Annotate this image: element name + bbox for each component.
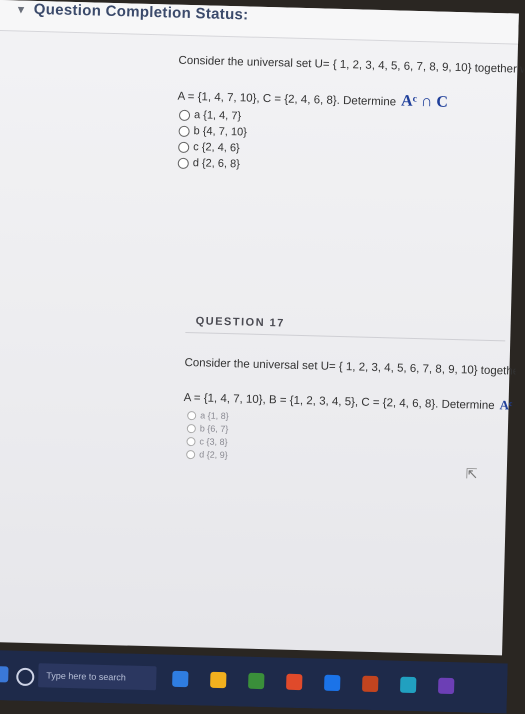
option-label: a {1, 8} <box>200 410 229 422</box>
mouse-cursor-icon: ⇱ <box>465 465 478 482</box>
windows-start-icon[interactable] <box>0 666 9 683</box>
option-label: a {1, 4, 7} <box>193 109 242 123</box>
media-icon[interactable] <box>437 677 455 695</box>
question-16-formula: Aᶜ ∩ C <box>400 92 449 111</box>
question-17-formula: Aᶜ \ (B ⊕ C) <box>499 397 525 414</box>
completion-status-header[interactable]: ▾ Question Completion Status: <box>0 0 520 45</box>
question-17-label: QUESTION 17 <box>195 315 286 330</box>
option-b[interactable]: b {4, 7, 10} <box>178 125 247 139</box>
question-16-intro: Consider the universal set U= { 1, 2, 3,… <box>178 54 525 78</box>
question-16-sets-line: A = {1, 4, 7, 10}, C = {2, 4, 6, 8}. Det… <box>177 87 448 112</box>
taskbar: Type here to search <box>0 649 508 714</box>
option-label: b {6, 7} <box>199 423 229 435</box>
option-label: d {2, 9} <box>199 449 228 461</box>
file-explorer-icon[interactable] <box>210 671 227 689</box>
option-a[interactable]: a {1, 4, 7} <box>178 109 242 123</box>
question-17-sets: A = {1, 4, 7, 10}, B = {1, 2, 3, 4, 5}, … <box>183 391 495 413</box>
question-16-sets: A = {1, 4, 7, 10}, C = {2, 4, 6, 8}. Det… <box>177 90 397 109</box>
question-17-sets-line: A = {1, 4, 7, 10}, B = {1, 2, 3, 4, 5}, … <box>183 389 524 415</box>
photo-stage: ▾ Question Completion Status: Consider t… <box>0 0 525 714</box>
office-icon[interactable] <box>286 673 303 691</box>
radio-button[interactable] <box>178 109 191 121</box>
taskbar-search-input[interactable]: Type here to search <box>38 663 157 691</box>
option-b[interactable]: b {6, 7} <box>186 423 229 435</box>
radio-button[interactable] <box>178 141 190 153</box>
radio-button[interactable] <box>178 125 190 137</box>
page-title: Question Completion Status: <box>33 0 249 24</box>
option-c[interactable]: c {2, 4, 6} <box>178 141 240 155</box>
divider <box>185 331 506 342</box>
edge-icon[interactable] <box>172 670 189 688</box>
option-d[interactable]: d {2, 6, 8} <box>177 157 241 171</box>
option-label: d {2, 6, 8} <box>192 157 241 171</box>
radio-button[interactable] <box>186 423 196 433</box>
mail-icon[interactable] <box>324 674 341 692</box>
option-d[interactable]: d {2, 9} <box>186 449 228 460</box>
store-icon[interactable] <box>248 672 265 690</box>
radio-button[interactable] <box>186 449 196 459</box>
question-17-intro: Consider the universal set U= { 1, 2, 3,… <box>184 356 524 380</box>
radio-button[interactable] <box>187 410 197 420</box>
radio-button[interactable] <box>186 436 196 446</box>
option-a[interactable]: a {1, 8} <box>187 410 229 421</box>
option-label: b {4, 7, 10} <box>193 125 247 139</box>
radio-button[interactable] <box>177 157 189 169</box>
chrome-icon[interactable] <box>362 675 379 693</box>
option-label: c {2, 4, 6} <box>193 141 240 155</box>
collapse-arrow-icon[interactable]: ▾ <box>18 1 25 17</box>
option-c[interactable]: c {3, 8} <box>186 436 228 448</box>
cortana-icon[interactable] <box>16 667 35 687</box>
option-label: c {3, 8} <box>199 436 228 448</box>
browser-screen: ▾ Question Completion Status: Consider t… <box>0 0 525 656</box>
photos-icon[interactable] <box>400 676 417 694</box>
